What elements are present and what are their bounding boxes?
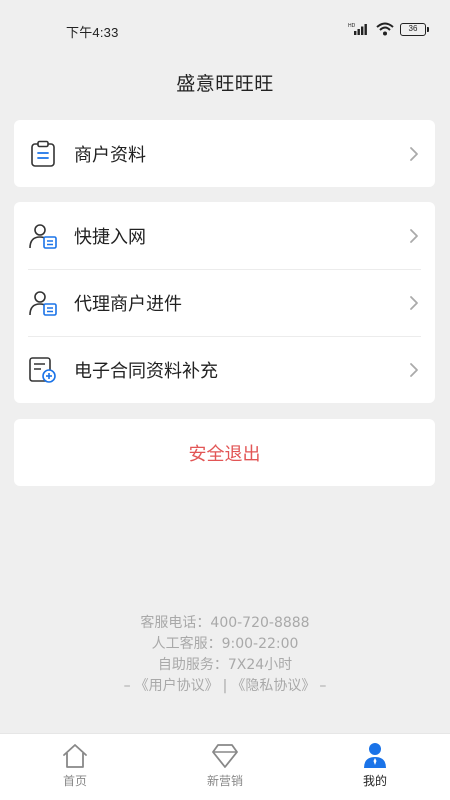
- profile-icon: [364, 743, 386, 768]
- status-icons: HD 36: [348, 22, 429, 36]
- links-prefix-dash: –: [123, 678, 131, 694]
- bottom-tab-bar: 首页 新营销 我的: [0, 733, 450, 800]
- chevron-right-icon: [410, 295, 418, 310]
- tab-home-label: 首页: [62, 774, 87, 788]
- tab-profile[interactable]: 我的: [300, 734, 450, 800]
- tab-new-marketing-label: 新营销: [206, 774, 243, 788]
- cellular-signal-icon: HD: [348, 23, 367, 35]
- user-card-icon: [28, 288, 58, 318]
- self-service-hours: 自助服务：7X24小时: [157, 657, 293, 673]
- links-separator: |: [222, 678, 228, 694]
- wifi-icon: [376, 22, 394, 36]
- status-time: 下午4:33: [66, 25, 119, 40]
- user-card-icon: [28, 221, 58, 251]
- logout-button[interactable]: 安全退出: [14, 419, 435, 486]
- onboarding-card: 快捷入网 代理商户进件 电子合同资料补充: [14, 202, 435, 403]
- menu-item-agent-merchant-application[interactable]: 代理商户进件: [14, 269, 435, 336]
- menu-item-e-contract-supplement[interactable]: 电子合同资料补充: [14, 336, 435, 403]
- document-add-icon: [28, 355, 58, 385]
- menu-item-label: 电子合同资料补充: [74, 360, 218, 382]
- logout-label: 安全退出: [188, 443, 261, 465]
- tab-profile-label: 我的: [362, 774, 387, 788]
- chevron-right-icon: [410, 146, 418, 161]
- menu-item-merchant-info[interactable]: 商户资料: [14, 120, 435, 187]
- tab-new-marketing[interactable]: 新营销: [150, 734, 300, 800]
- chevron-right-icon: [410, 362, 418, 377]
- header: 盛意旺旺旺: [0, 60, 450, 104]
- menu-item-label: 快捷入网: [74, 226, 146, 248]
- menu-item-label: 代理商户进件: [74, 293, 182, 315]
- links-suffix-dash: –: [319, 678, 327, 694]
- page-title: 盛意旺旺旺: [176, 72, 274, 95]
- user-agreement-link[interactable]: 《用户协议》: [135, 676, 219, 697]
- privacy-policy-link[interactable]: 《隐私协议》: [231, 676, 315, 697]
- merchant-info-card: 商户资料: [14, 120, 435, 187]
- footer: 客服电话：400-720-8888 人工客服：9:00-22:00 自助服务：7…: [0, 613, 450, 697]
- clipboard-icon: [28, 139, 58, 169]
- status-bar: 下午4:33 HD 36: [0, 0, 450, 60]
- diamond-icon: [212, 744, 238, 768]
- customer-service-hotline: 客服电话：400-720-8888: [140, 615, 310, 631]
- svg-text:HD: HD: [348, 23, 356, 29]
- home-icon: [63, 744, 87, 768]
- battery-level: 36: [408, 24, 418, 33]
- tab-home[interactable]: 首页: [0, 734, 150, 800]
- manual-service-hours: 人工客服：9:00-22:00: [151, 636, 299, 652]
- menu-item-label: 商户资料: [74, 144, 146, 166]
- chevron-right-icon: [410, 228, 418, 243]
- battery-icon: 36: [400, 22, 429, 36]
- menu-item-quick-onboarding[interactable]: 快捷入网: [14, 202, 435, 269]
- agreement-links: – 《用户协议》 | 《隐私协议》 –: [0, 676, 450, 697]
